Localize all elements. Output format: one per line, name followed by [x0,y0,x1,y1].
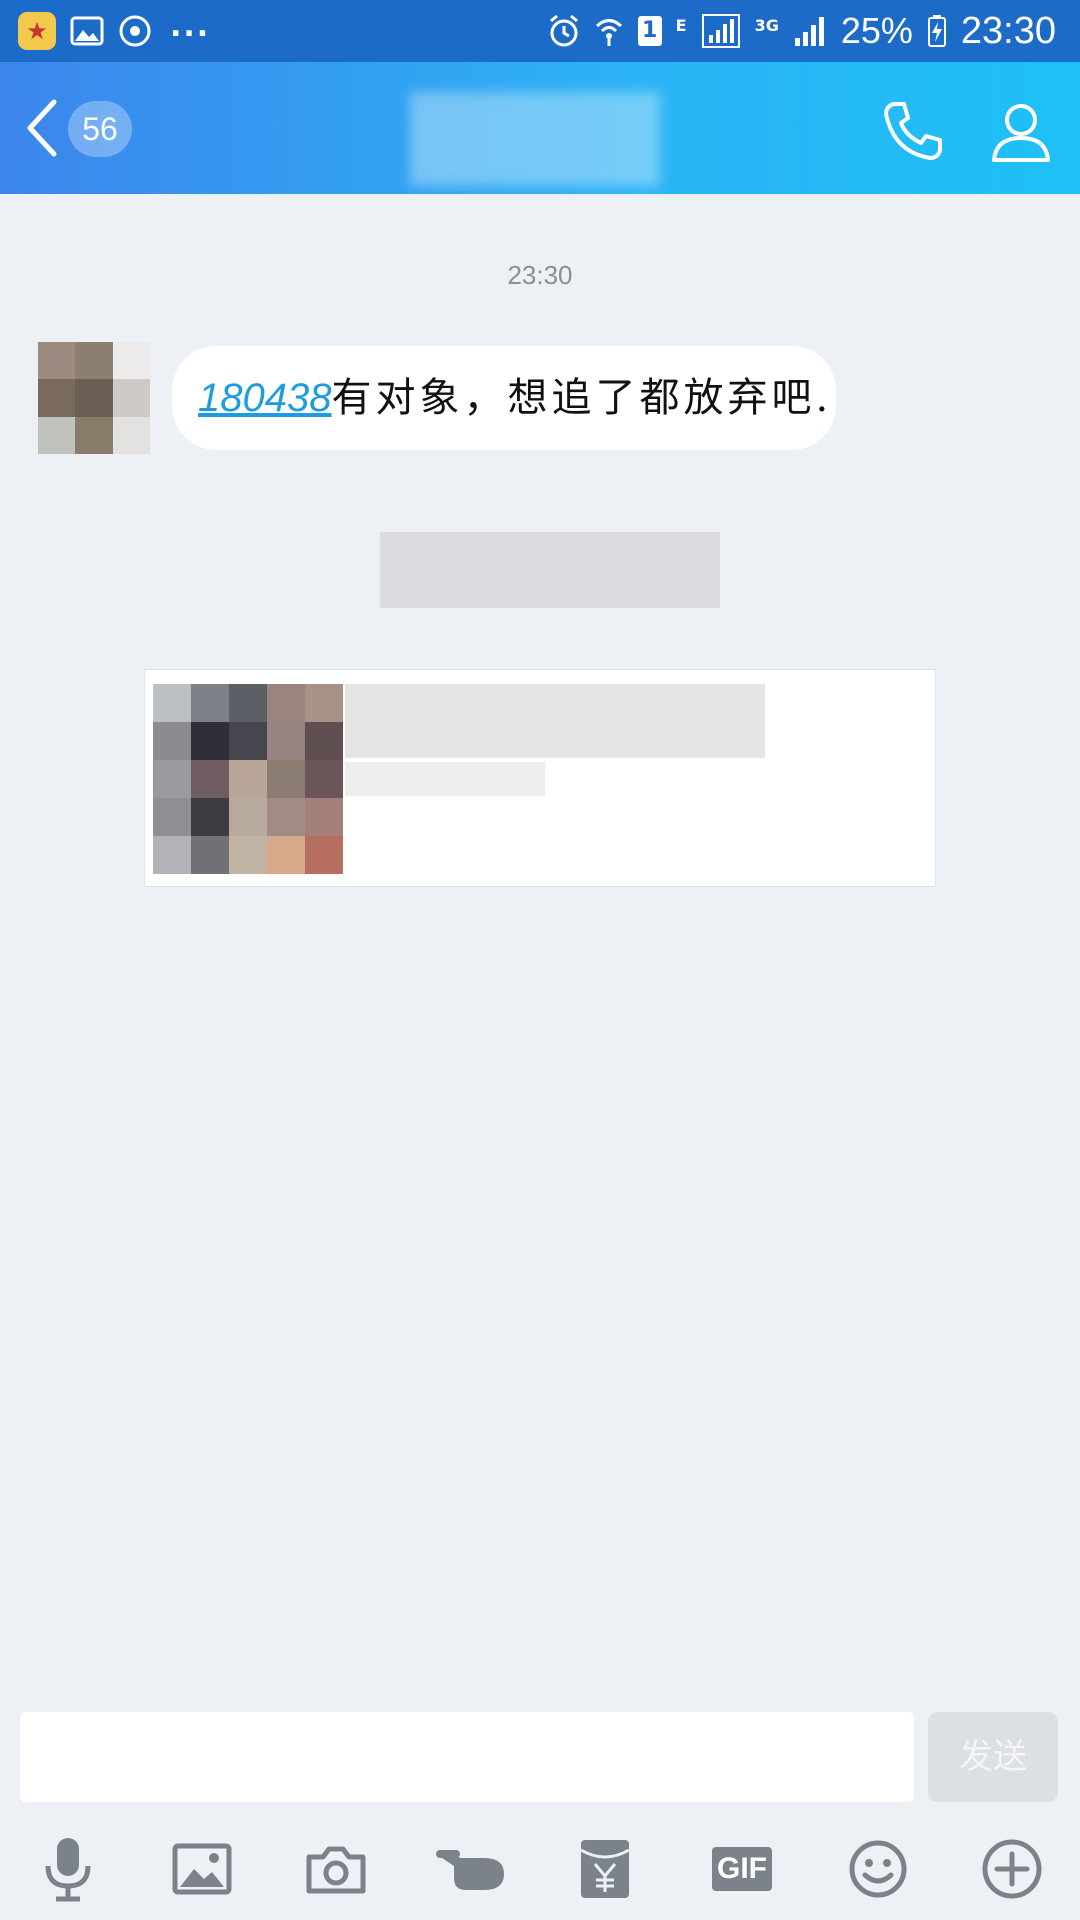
image-button[interactable] [162,1834,242,1904]
chat-header: 56 [0,62,1080,194]
more-notifications: ... [170,8,211,44]
status-bar: ★ ... 1 E 3G 25% 23:30 [0,0,1080,62]
network-type-3g: 3G [754,16,779,35]
qq-app-icon: ★ [18,12,56,50]
red-packet-icon [580,1840,630,1898]
sim-slot-badge: 1 [637,16,662,46]
microphone-icon [45,1838,91,1902]
send-button[interactable]: 发送 [928,1712,1058,1802]
message-text: 180438有对象，想追了都放弃吧. [198,346,832,450]
red-packet-button[interactable] [565,1834,645,1904]
phone-icon [884,102,942,160]
message-body: 有对象，想追了都放弃吧. [331,375,833,421]
unread-count-badge[interactable]: 56 [68,101,132,157]
camera-button[interactable] [296,1834,376,1904]
chevron-left-icon [27,99,57,157]
alarm-icon [548,14,580,48]
more-button[interactable] [972,1834,1052,1904]
profile-button[interactable] [988,98,1054,164]
redacted-notice [380,532,720,608]
card-thumbnail [153,684,343,874]
contact-name-redacted [410,92,660,186]
signal-icon [701,13,741,49]
camera-icon [306,1846,366,1894]
message-link[interactable]: 180438 [198,376,331,420]
user-icon [992,104,1050,162]
emoji-icon [849,1840,907,1898]
image-icon [172,1843,232,1895]
message-bubble[interactable]: 180438有对象，想追了都放弃吧. [172,346,836,450]
wifi-icon [594,15,624,47]
gif-button[interactable]: GIF [702,1834,782,1904]
battery-charging-icon [927,14,947,48]
back-button[interactable] [22,98,62,158]
message-timestamp: 23:30 [507,260,573,290]
plus-icon [982,1839,1042,1899]
shared-link-card[interactable] [144,669,936,887]
battery-percent: 25% [840,10,913,51]
gif-icon: GIF [712,1847,772,1891]
avatar[interactable] [38,342,150,454]
voice-button[interactable] [28,1834,108,1904]
message-input[interactable] [20,1712,914,1802]
poke-button[interactable] [430,1834,510,1904]
network-type-e: E [675,16,687,35]
assistant-icon [118,14,152,48]
call-button[interactable] [880,98,946,164]
clock: 23:30 [960,9,1056,52]
poke-icon [436,1850,504,1890]
signal-icon [793,14,827,48]
card-title-redacted [345,684,765,758]
gallery-icon [70,16,104,46]
message-list[interactable]: 23:30 180438有对象，想追了都放弃吧. [0,194,1080,1694]
input-toolbar: GIF [0,1820,1080,1920]
card-description-redacted [345,762,545,796]
emoji-button[interactable] [838,1834,918,1904]
